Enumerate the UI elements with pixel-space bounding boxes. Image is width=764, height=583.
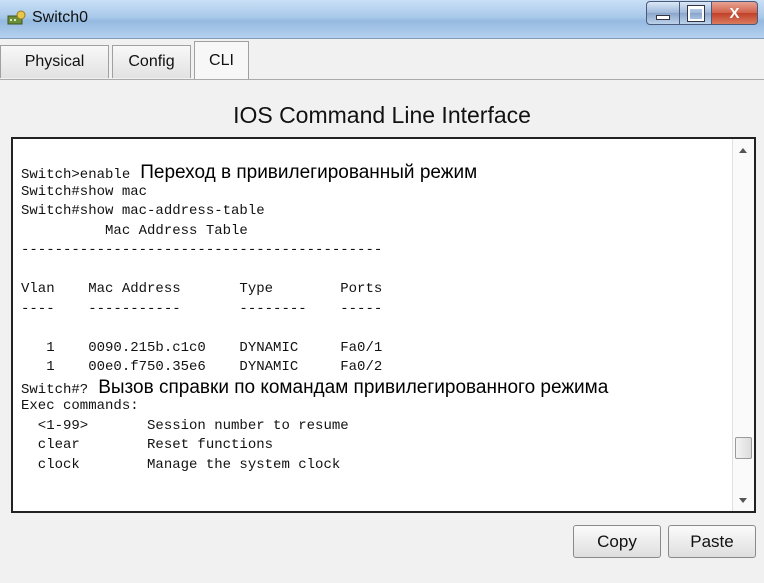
switch-app-icon [7, 10, 26, 25]
annotation-note: Переход в привилегированный режим [140, 162, 478, 183]
terminal-line-text: Switch#show mac [21, 183, 148, 200]
close-button[interactable]: X [711, 1, 758, 25]
tab-config-label: Config [128, 53, 175, 70]
tab-physical-label: Physical [24, 53, 85, 70]
terminal-line-text: Exec commands: [21, 398, 139, 414]
terminal-line: Vlan Mac Address Type Ports [21, 280, 608, 300]
terminal-line-text: Vlan Mac Address Type Ports [21, 281, 383, 297]
cli-terminal[interactable]: Switch>enable Переход в привилегированный… [11, 137, 756, 513]
tab-physical[interactable]: Physical [0, 45, 109, 78]
terminal-line: 1 00e0.f750.35e6 DYNAMIC Fa0/2 [21, 358, 608, 378]
copy-button[interactable]: Copy [573, 525, 661, 558]
scrollbar-thumb[interactable] [735, 437, 752, 459]
terminal-line-text: <1-99> Session number to resume [21, 417, 349, 434]
minimize-button[interactable] [646, 1, 680, 25]
terminal-line: Mac Address Table [21, 222, 608, 242]
tab-config[interactable]: Config [112, 45, 191, 78]
tab-bar: Physical Config CLI [0, 39, 764, 80]
terminal-line: ---- ----------- -------- ----- [21, 300, 608, 320]
scroll-up-arrow-icon[interactable] [739, 148, 747, 153]
scroll-down-arrow-icon[interactable] [739, 498, 747, 503]
terminal-line: 1 0090.215b.c1c0 DYNAMIC Fa0/1 [21, 339, 608, 359]
terminal-line-text: Switch>enable [21, 167, 131, 183]
terminal-output: Switch>enable Переход в привилегированный… [21, 163, 608, 475]
terminal-line-text: ----------------------------------------… [21, 242, 383, 258]
terminal-line: Switch#show mac [21, 183, 608, 203]
tab-cli-label: CLI [209, 51, 234, 69]
terminal-line: Switch#show mac-address-table [21, 202, 608, 222]
page-title: IOS Command Line Interface [233, 102, 531, 128]
terminal-line-text: clear Reset functions [21, 437, 274, 453]
terminal-line: ----------------------------------------… [21, 241, 608, 261]
terminal-scrollbar[interactable] [732, 139, 754, 511]
terminal-line: Exec commands: [21, 397, 608, 417]
switch0-window: Switch0 X Physical Config CLI IOS Comman… [0, 0, 764, 583]
terminal-line: Switch#? Вызов справки по командам привил… [21, 376, 609, 398]
paste-button[interactable]: Paste [668, 525, 756, 558]
terminal-line-text: ---- ----------- -------- ----- [21, 300, 383, 317]
window-title: Switch0 [32, 9, 89, 26]
terminal-line: clock Manage the system clock [21, 456, 608, 476]
terminal-line-text: Switch#? [21, 381, 89, 398]
terminal-line: <1-99> Session number to resume [21, 417, 608, 437]
terminal-line-text: Switch#show mac-address-table [21, 203, 265, 219]
terminal-line-text: clock Manage the system clock [21, 456, 341, 473]
terminal-line-text: 1 0090.215b.c1c0 DYNAMIC Fa0/1 [21, 339, 383, 356]
terminal-line-text: 1 00e0.f750.35e6 DYNAMIC Fa0/2 [21, 359, 383, 375]
title-bar[interactable]: Switch0 X [0, 0, 764, 39]
terminal-line: clear Reset functions [21, 436, 608, 456]
maximize-button[interactable] [679, 1, 712, 25]
maximize-icon [686, 4, 705, 22]
tab-cli[interactable]: CLI [194, 41, 249, 79]
terminal-line-text: Mac Address Table [21, 222, 248, 239]
terminal-line: Switch>enable Переход в привилегированный… [21, 163, 608, 183]
close-icon: X [729, 4, 740, 22]
minimize-icon [656, 14, 670, 20]
annotation-note: Вызов справки по командам привилегирован… [98, 376, 609, 398]
